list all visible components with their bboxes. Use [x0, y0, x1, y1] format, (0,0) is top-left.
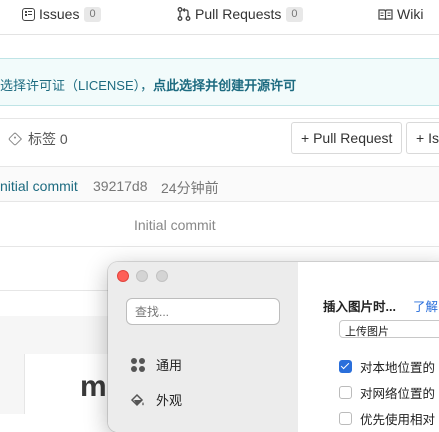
preferences-sidebar: 通用 外观 [108, 262, 298, 432]
image-insert-section-title: 插入图片时... [323, 300, 396, 314]
close-window-button[interactable] [117, 270, 129, 282]
option-network-images-label: 对网络位置的 [360, 387, 436, 401]
latest-commit-row: nitial commit 39217d8 24分钟前 [0, 166, 439, 202]
network-images-checkbox[interactable] [339, 386, 352, 399]
issues-icon [22, 7, 35, 21]
option-relative-path-label: 优先使用相对 [360, 413, 436, 427]
minimize-window-button[interactable] [136, 270, 148, 282]
license-banner: 选择许可证（LICENSE），点此选择并创建开源许可 [0, 58, 439, 106]
tab-wiki-label: Wiki [397, 6, 424, 22]
option-local-images[interactable]: 对本地位置的 [339, 357, 435, 376]
license-banner-message: 选择许可证（LICENSE）， [0, 78, 154, 93]
general-grid-icon [131, 357, 145, 372]
license-banner-text: 选择许可证（LICENSE），点此选择并创建开源许可 [0, 75, 296, 94]
tags-count-label: 标签 0 [28, 131, 68, 147]
option-relative-path[interactable]: 优先使用相对 [339, 409, 435, 428]
commit-hash-link[interactable]: 39217d8 [93, 178, 148, 194]
branch-tag-toolbar: 标签 0 + Pull Request + Is [0, 118, 439, 157]
repo-tab-bar: Issues 0 Pull Requests 0 Wiki [0, 0, 439, 35]
option-local-images-label: 对本地位置的 [360, 361, 436, 375]
appearance-paint-icon [130, 393, 144, 406]
commit-time: 24分钟前 [161, 180, 219, 196]
local-images-checkbox[interactable] [339, 360, 352, 373]
option-network-images[interactable]: 对网络位置的 [339, 383, 435, 402]
preferences-main-panel: 插入图片时... 了解 上传图片 对本地位置的 对网络位置的 优先使用相对 [298, 262, 439, 432]
wiki-book-icon [378, 8, 393, 20]
issues-count-badge: 0 [84, 6, 101, 22]
readme-heading: m [80, 370, 107, 403]
preferences-search-input[interactable] [126, 298, 280, 325]
new-issue-button[interactable]: + Is [406, 122, 439, 154]
sidebar-item-appearance[interactable]: 外观 [130, 390, 182, 409]
tab-issues[interactable]: Issues 0 [22, 3, 101, 25]
file-commit-message[interactable]: Initial commit [134, 217, 216, 233]
tab-issues-label: Issues [39, 6, 80, 22]
image-insert-action-select[interactable]: 上传图片 [339, 320, 439, 338]
file-row[interactable]: Initial commit [0, 202, 439, 247]
pull-request-icon [177, 7, 191, 21]
create-license-link[interactable]: 点此选择并创建开源许可 [153, 78, 296, 93]
tab-wiki[interactable]: Wiki [378, 3, 423, 25]
preferences-window: 通用 外观 插入图片时... 了解 上传图片 对本地位置的 对网络位置的 优先使… [108, 262, 439, 432]
tags-link[interactable]: 标签 0 [7, 129, 68, 149]
new-pull-request-button[interactable]: + Pull Request [291, 122, 403, 154]
learn-more-link[interactable]: 了解 [413, 296, 438, 315]
sidebar-item-general[interactable]: 通用 [130, 355, 182, 374]
zoom-window-button[interactable] [156, 270, 168, 282]
commit-message-link[interactable]: nitial commit [0, 178, 78, 194]
tab-pull-requests[interactable]: Pull Requests 0 [177, 3, 303, 25]
sidebar-item-general-label: 通用 [156, 358, 183, 373]
tag-icon [7, 131, 23, 147]
sidebar-item-appearance-label: 外观 [156, 393, 183, 408]
tab-pull-requests-label: Pull Requests [195, 6, 282, 22]
pull-requests-count-badge: 0 [286, 6, 303, 22]
